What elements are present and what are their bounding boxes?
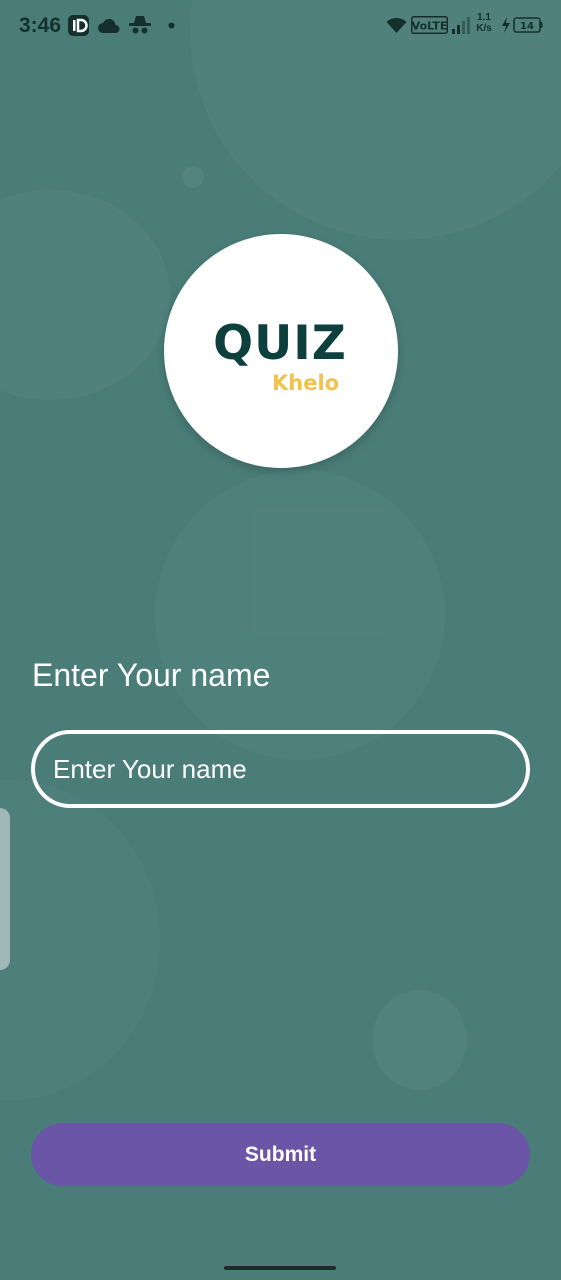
background-bubble	[155, 470, 445, 760]
svg-text:VoLTE: VoLTE	[412, 20, 448, 33]
volte-icon: VoLTE	[411, 14, 448, 36]
notification-dot-icon	[166, 14, 176, 36]
svg-text:14: 14	[520, 21, 534, 32]
status-bar: 3:46 VoLTE 1.1 K/s 14	[0, 0, 561, 52]
network-speed-unit: K/s	[476, 23, 492, 34]
quiz-khelo-logo: QUIZ Khelo	[164, 234, 398, 468]
edge-panel-handle[interactable]	[0, 808, 10, 970]
battery-charging-icon: 14	[501, 14, 543, 36]
cloud-icon	[97, 14, 121, 36]
network-speed: 1.1 K/s	[473, 12, 495, 34]
logo-title: QUIZ	[213, 316, 347, 371]
status-time: 3:46	[19, 14, 62, 37]
id-app-icon	[67, 14, 89, 36]
wifi-icon	[385, 14, 407, 36]
network-speed-value: 1.1	[477, 12, 491, 23]
background-bubble	[182, 166, 204, 188]
spy-icon	[128, 14, 152, 36]
home-indicator[interactable]	[224, 1266, 336, 1270]
quiz-screen: 3:46 VoLTE 1.1 K/s 14 QUIZ Khelo Enter Y…	[0, 0, 561, 1280]
name-label: Enter Your name	[32, 657, 271, 693]
background-bubble	[0, 190, 170, 400]
background-bubble	[372, 990, 467, 1090]
signal-icon	[450, 14, 472, 36]
logo-subtitle: Khelo	[272, 371, 340, 395]
submit-button[interactable]: Submit	[31, 1123, 530, 1186]
background-bubble	[0, 780, 160, 1100]
name-input[interactable]	[31, 730, 530, 808]
